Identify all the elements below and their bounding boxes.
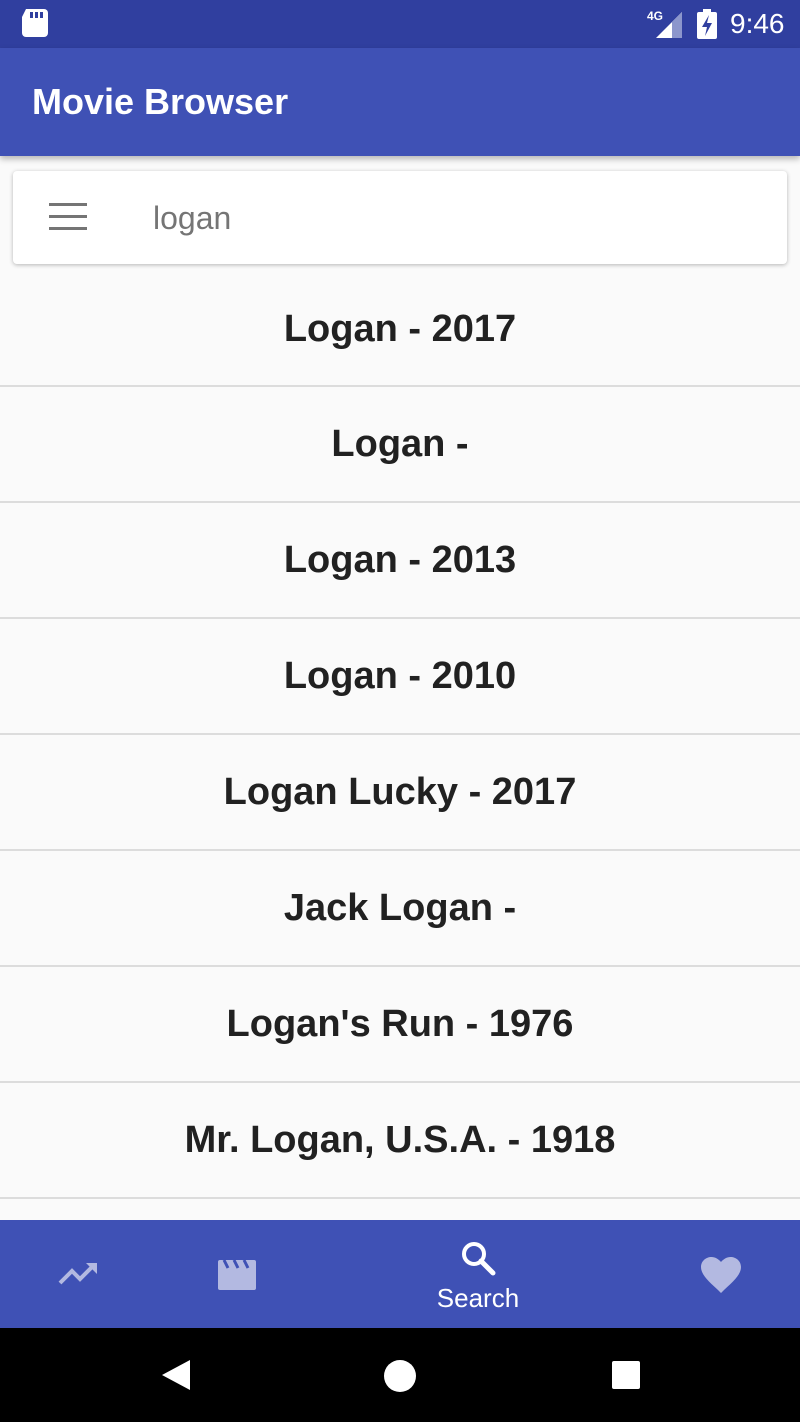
list-item[interactable]: Logan - 2017 — [0, 272, 800, 387]
recents-icon[interactable] — [611, 1360, 641, 1390]
list-item[interactable]: Logan - 2013 — [0, 503, 800, 619]
results-list: Logan - 2017 Logan - Logan - 2013 Logan … — [0, 272, 800, 1220]
result-title: Mr. Logan, U.S.A. - 1918 — [184, 1119, 616, 1161]
status-bar: 4G 9:46 — [0, 0, 800, 48]
list-item[interactable]: Logan - — [0, 387, 800, 503]
app-title: Movie Browser — [32, 81, 289, 122]
search-icon — [462, 1242, 496, 1276]
home-icon[interactable] — [383, 1359, 417, 1393]
nav-label-search: Search — [436, 1283, 520, 1313]
nav-item-trending[interactable] — [0, 1220, 160, 1328]
result-title: Logan - 2017 — [283, 307, 517, 350]
battery-charging-icon — [697, 9, 717, 39]
status-clock: 9:46 — [730, 8, 785, 39]
list-item[interactable]: Logan - 2010 — [0, 619, 800, 735]
nav-item-movies[interactable] — [160, 1220, 320, 1328]
network-type-label: 4G — [647, 9, 663, 23]
result-title: Logan - 2013 — [283, 539, 517, 581]
list-item[interactable]: Mr. Logan, U.S.A. - 1918 — [0, 1083, 800, 1199]
back-icon[interactable] — [160, 1358, 192, 1392]
search-bar — [13, 171, 787, 264]
list-item[interactable]: Logan's Run - 1976 — [0, 967, 800, 1083]
nav-item-favorites[interactable] — [640, 1220, 800, 1328]
result-title: Logan - 2010 — [283, 655, 517, 697]
system-navigation-bar — [0, 1328, 800, 1422]
nav-item-search[interactable]: Search — [398, 1220, 558, 1328]
result-title: Logan Lucky - 2017 — [223, 771, 577, 813]
cellular-signal-icon: 4G — [647, 9, 682, 38]
trending-icon — [58, 1263, 97, 1285]
movie-clapper-icon — [218, 1259, 256, 1290]
heart-icon — [701, 1257, 741, 1293]
list-item[interactable]: Logan Lucky - 2017 — [0, 735, 800, 851]
menu-icon[interactable] — [49, 201, 87, 233]
result-title: Jack Logan - — [283, 887, 517, 929]
bottom-navigation: Search — [0, 1220, 800, 1328]
app-bar: Movie Browser — [0, 48, 800, 156]
search-input[interactable] — [153, 191, 753, 245]
result-title: Logan's Run - 1976 — [226, 1003, 574, 1045]
sd-card-icon — [22, 9, 48, 37]
result-title: Logan - — [331, 423, 469, 465]
list-item[interactable]: Jack Logan - — [0, 851, 800, 967]
